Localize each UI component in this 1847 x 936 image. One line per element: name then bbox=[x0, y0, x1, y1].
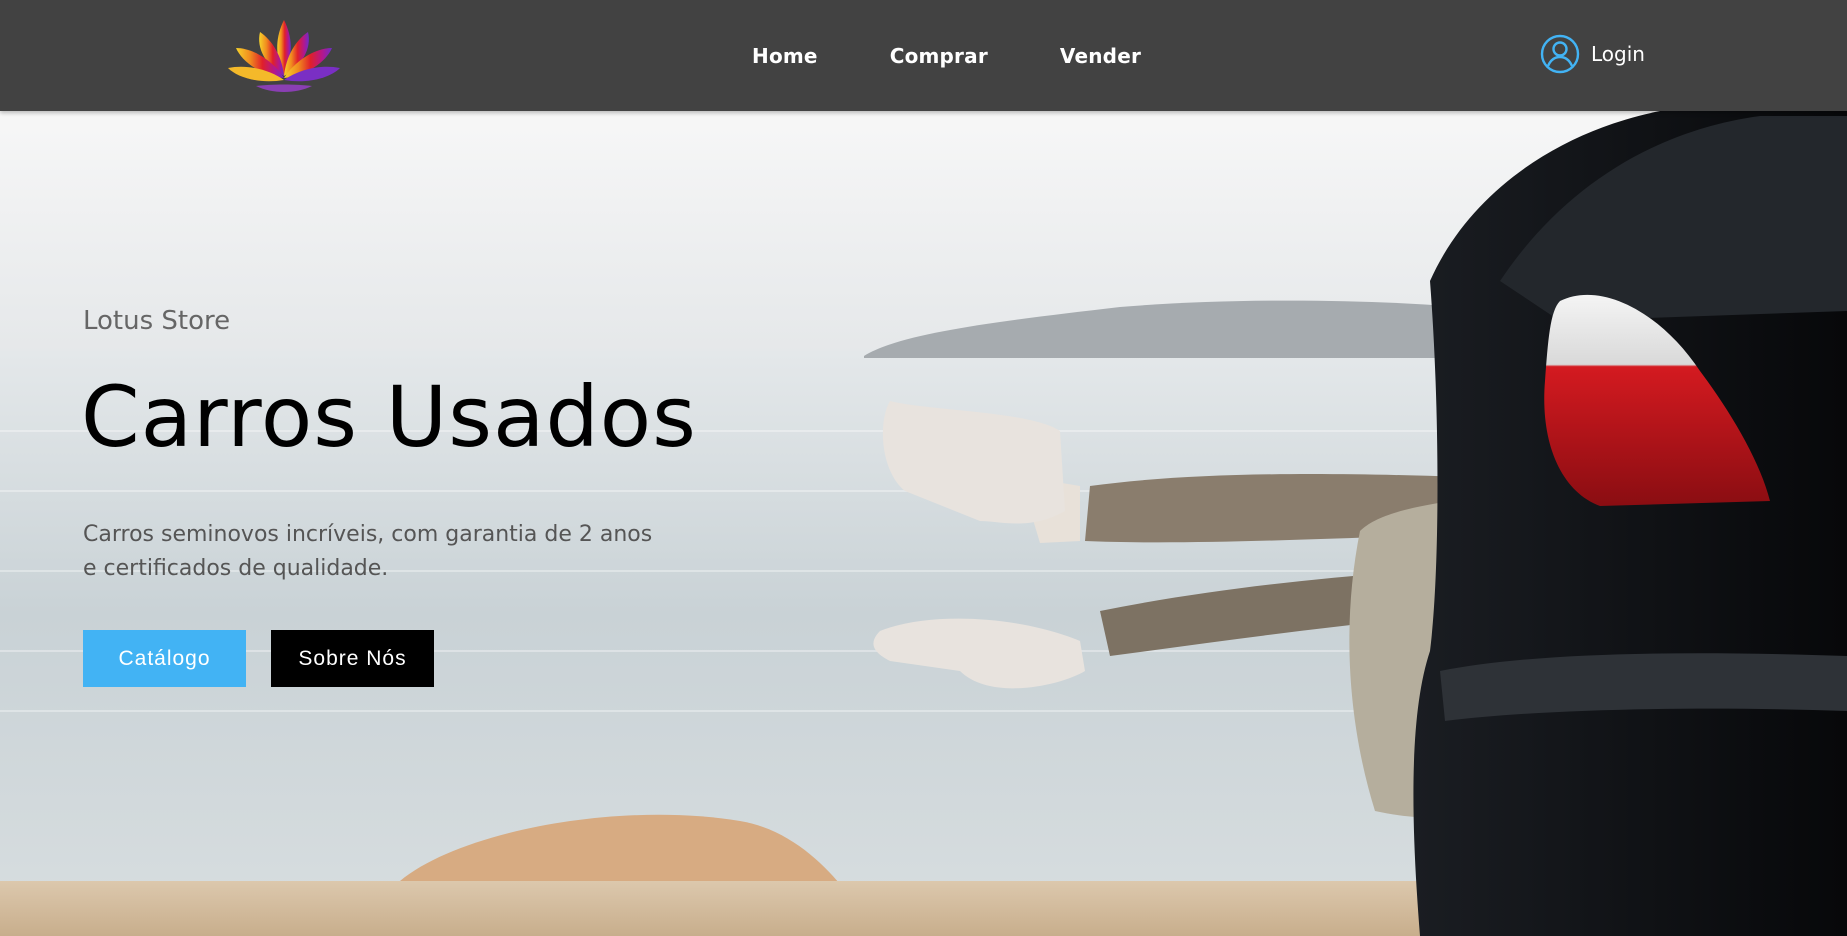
hero-title: Carros Usados bbox=[81, 368, 697, 466]
lotus-flower-logo[interactable] bbox=[226, 14, 342, 96]
nav-link-comprar[interactable]: Comprar bbox=[890, 44, 988, 68]
hero-description: Carros seminovos incríveis, com garantia… bbox=[83, 518, 683, 586]
catalog-button[interactable]: Catálogo bbox=[83, 630, 246, 687]
hero-description-line: e certificados de qualidade. bbox=[83, 556, 389, 581]
main-nav: Home Comprar Vender bbox=[752, 44, 1141, 68]
user-circle-icon bbox=[1540, 34, 1580, 74]
nav-link-vender[interactable]: Vender bbox=[1060, 44, 1141, 68]
hero-description-line: Carros seminovos incríveis, com garantia… bbox=[83, 522, 653, 547]
hero-section: Lotus Store Carros Usados Carros seminov… bbox=[0, 111, 1847, 936]
login-label: Login bbox=[1591, 42, 1645, 66]
about-us-button[interactable]: Sobre Nós bbox=[271, 630, 434, 687]
login-button[interactable]: Login bbox=[1540, 34, 1645, 74]
hero-eyebrow: Lotus Store bbox=[83, 306, 231, 336]
nav-link-home[interactable]: Home bbox=[752, 44, 818, 68]
navbar: Home Comprar Vender Login bbox=[0, 0, 1847, 111]
